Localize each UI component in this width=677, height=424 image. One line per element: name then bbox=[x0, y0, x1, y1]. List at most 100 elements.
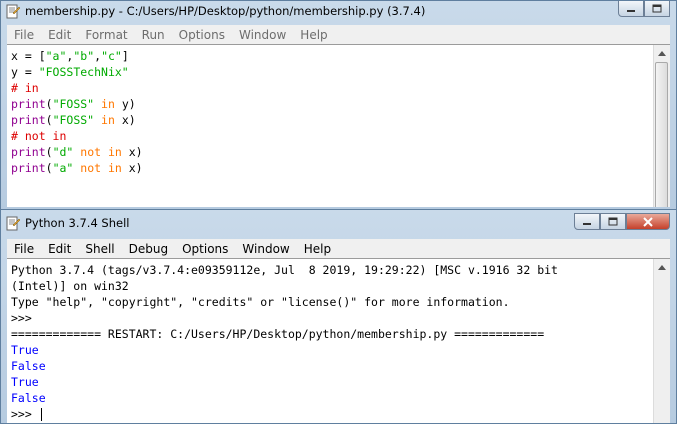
shell-line: True bbox=[11, 374, 558, 390]
menu-options[interactable]: Options bbox=[175, 242, 235, 256]
code-token: Type "help", "copyright", "credits" or "… bbox=[11, 295, 510, 309]
minimize-button[interactable] bbox=[618, 1, 644, 17]
code-token: ( bbox=[45, 145, 53, 159]
maximize-button[interactable] bbox=[600, 213, 626, 230]
menu-format[interactable]: Format bbox=[78, 28, 134, 42]
python-file-icon bbox=[6, 4, 21, 19]
code-token: >>> bbox=[11, 311, 39, 325]
code-token: y = bbox=[11, 65, 39, 79]
maximize-icon bbox=[652, 4, 662, 13]
code-token: not in bbox=[73, 145, 129, 159]
menu-help[interactable]: Help bbox=[293, 28, 334, 42]
code-token: False bbox=[11, 391, 46, 405]
editor-code[interactable]: x = ["a","b","c"] y = "FOSSTechNix" # in pr… bbox=[11, 48, 143, 176]
code-token: y) bbox=[121, 97, 136, 111]
minimize-icon bbox=[627, 9, 635, 12]
shell-output[interactable]: Python 3.7.4 (tags/v3.7.4:e09359112e, Ju… bbox=[11, 262, 558, 422]
code-token: True bbox=[11, 343, 39, 357]
code-line: x = ["a","b","c"] bbox=[11, 48, 143, 64]
close-button[interactable] bbox=[626, 213, 670, 230]
scroll-up-button[interactable] bbox=[654, 259, 670, 275]
code-line: y = "FOSSTechNix" bbox=[11, 64, 143, 80]
maximize-icon bbox=[608, 217, 618, 226]
shell-line: >>> bbox=[11, 406, 558, 422]
code-token: "d" bbox=[52, 145, 74, 159]
shell-text-area[interactable]: Python 3.7.4 (tags/v3.7.4:e09359112e, Ju… bbox=[7, 258, 670, 423]
code-token: "a" bbox=[52, 161, 74, 175]
scroll-up-button[interactable] bbox=[654, 45, 670, 61]
shell-line: >>> bbox=[11, 310, 558, 326]
menu-shell[interactable]: Shell bbox=[78, 242, 121, 256]
editor-window: membership.py - C:/Users/HP/Desktop/pyth… bbox=[0, 0, 677, 212]
code-line: print("FOSS" in x) bbox=[11, 112, 143, 128]
code-token: "FOSSTechNix" bbox=[38, 65, 129, 79]
code-token: x) bbox=[121, 113, 136, 127]
code-token: print bbox=[11, 97, 46, 111]
menu-file[interactable]: File bbox=[7, 242, 41, 256]
menu-window[interactable]: Window bbox=[232, 28, 293, 42]
code-token: ] bbox=[121, 49, 129, 63]
code-line: print("a" not in x) bbox=[11, 160, 143, 176]
code-line: print("FOSS" in y) bbox=[11, 96, 143, 112]
code-token: "b" bbox=[73, 49, 95, 63]
shell-window-controls bbox=[574, 213, 670, 231]
code-token: True bbox=[11, 375, 39, 389]
minimize-icon bbox=[583, 222, 591, 225]
close-icon bbox=[643, 216, 653, 227]
code-line: # not in bbox=[11, 128, 143, 144]
code-token: "a" bbox=[45, 49, 67, 63]
code-token: "FOSS" bbox=[52, 97, 95, 111]
shell-scrollbar[interactable] bbox=[653, 259, 670, 423]
code-line: print("d" not in x) bbox=[11, 144, 143, 160]
menu-file[interactable]: File bbox=[7, 28, 41, 42]
shell-title-bar[interactable]: Python 3.7.4 Shell bbox=[1, 213, 676, 235]
shell-line: Python 3.7.4 (tags/v3.7.4:e09359112e, Ju… bbox=[11, 262, 558, 278]
editor-scrollbar[interactable] bbox=[653, 45, 670, 207]
code-token: >>> bbox=[11, 407, 39, 421]
code-token: not in bbox=[73, 161, 129, 175]
code-token: x) bbox=[128, 161, 143, 175]
menu-edit[interactable]: Edit bbox=[41, 28, 78, 42]
menu-debug[interactable]: Debug bbox=[122, 242, 175, 256]
code-token: x = [ bbox=[11, 49, 46, 63]
editor-scroll-thumb[interactable] bbox=[655, 62, 668, 207]
code-token: Python 3.7.4 (tags/v3.7.4:e09359112e, Ju… bbox=[11, 263, 558, 277]
code-token: print bbox=[11, 161, 46, 175]
code-token: ( bbox=[45, 161, 53, 175]
editor-window-controls bbox=[618, 1, 670, 18]
code-token: ( bbox=[45, 97, 53, 111]
maximize-button[interactable] bbox=[644, 1, 670, 17]
minimize-button[interactable] bbox=[574, 213, 600, 230]
editor-title: membership.py - C:/Users/HP/Desktop/pyth… bbox=[25, 4, 426, 18]
menu-options[interactable]: Options bbox=[172, 28, 232, 42]
editor-menu-bar: File Edit Format Run Options Window Help bbox=[7, 25, 670, 44]
code-token: "c" bbox=[101, 49, 122, 63]
chevron-up-icon bbox=[658, 264, 666, 270]
code-token: x) bbox=[128, 145, 143, 159]
menu-window[interactable]: Window bbox=[235, 242, 296, 256]
code-token: ( bbox=[45, 113, 53, 127]
editor-title-bar[interactable]: membership.py - C:/Users/HP/Desktop/pyth… bbox=[1, 1, 676, 23]
menu-help[interactable]: Help bbox=[297, 242, 338, 256]
shell-menu-bar: File Edit Shell Debug Options Window Help bbox=[7, 239, 670, 258]
chevron-up-icon bbox=[658, 50, 666, 56]
code-token: print bbox=[11, 113, 46, 127]
text-cursor bbox=[40, 408, 42, 421]
menu-edit[interactable]: Edit bbox=[41, 242, 78, 256]
python-file-icon bbox=[6, 216, 21, 231]
shell-line: Type "help", "copyright", "credits" or "… bbox=[11, 294, 558, 310]
code-token: ============= RESTART: C:/Users/HP/Deskt… bbox=[11, 327, 545, 341]
code-token: in bbox=[94, 113, 122, 127]
code-token: False bbox=[11, 359, 46, 373]
code-token: print bbox=[11, 145, 46, 159]
shell-line: False bbox=[11, 358, 558, 374]
shell-line: (Intel)] on win32 bbox=[11, 278, 558, 294]
shell-title: Python 3.7.4 Shell bbox=[25, 216, 130, 230]
code-token: # in bbox=[11, 81, 39, 95]
code-token: "FOSS" bbox=[52, 113, 95, 127]
code-token: # not in bbox=[11, 129, 67, 143]
shell-window: Python 3.7.4 Shell File Edit Shell Debug Opt… bbox=[0, 209, 677, 424]
code-token: in bbox=[94, 97, 122, 111]
editor-text-area[interactable]: x = ["a","b","c"] y = "FOSSTechNix" # in pr… bbox=[7, 44, 670, 207]
menu-run[interactable]: Run bbox=[135, 28, 172, 42]
